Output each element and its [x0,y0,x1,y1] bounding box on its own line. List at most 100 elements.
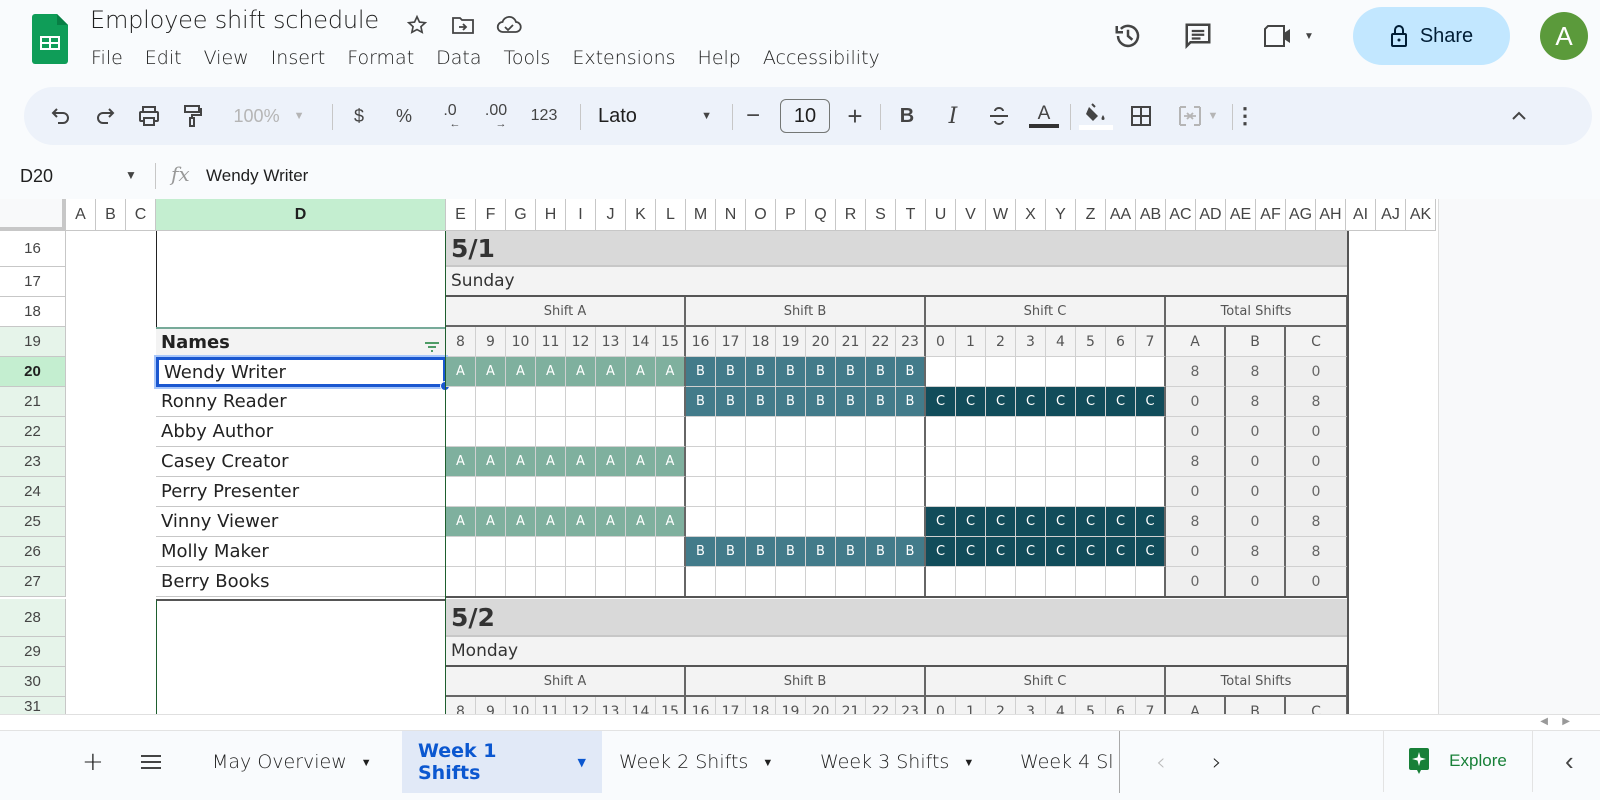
menu-edit[interactable]: Edit [134,44,193,72]
shift-cell[interactable]: B [716,537,746,567]
menu-accessibility[interactable]: Accessibility [752,44,891,72]
column-header-u[interactable]: U [926,199,956,231]
shift-cell[interactable]: A [566,357,596,387]
shift-cell[interactable]: B [806,537,836,567]
shift-cell[interactable] [536,477,566,507]
shift-cell[interactable]: A [596,447,626,477]
shift-cell[interactable] [806,567,836,597]
menu-view[interactable]: View [193,44,260,72]
shift-cell[interactable] [776,417,806,447]
share-button[interactable]: Share [1353,7,1510,65]
column-header-g[interactable]: G [506,199,536,231]
employee-name[interactable]: Molly Maker [156,537,446,567]
shift-cell[interactable] [1076,447,1106,477]
column-header-a[interactable]: A [66,199,96,231]
account-avatar[interactable]: A [1540,12,1588,60]
column-header-v[interactable]: V [956,199,986,231]
shift-cell[interactable]: C [926,537,956,567]
shift-cell[interactable]: C [926,507,956,537]
shift-cell[interactable]: C [1076,387,1106,417]
column-header-ad[interactable]: AD [1196,199,1226,231]
column-header-d[interactable]: D [156,199,446,231]
shift-cell[interactable] [716,477,746,507]
italic-button[interactable]: I [936,87,970,145]
shift-cell[interactable] [866,417,896,447]
row-header-24[interactable]: 24 [0,477,66,507]
strikethrough-icon[interactable] [982,87,1016,145]
shift-cell[interactable] [446,417,476,447]
shift-cell[interactable] [746,417,776,447]
shift-cell[interactable] [956,477,986,507]
shift-cell[interactable]: A [536,507,566,537]
shift-cell[interactable] [926,447,956,477]
shift-cell[interactable] [566,417,596,447]
document-title[interactable]: Employee shift schedule [90,6,379,34]
shift-cell[interactable] [776,477,806,507]
shift-cell[interactable]: C [1046,387,1076,417]
shift-cell[interactable] [896,417,926,447]
column-header-af[interactable]: AF [1256,199,1286,231]
shift-cell[interactable]: A [626,357,656,387]
shift-cell[interactable] [1136,357,1166,387]
shift-cell[interactable]: B [686,357,716,387]
shift-cell[interactable] [626,417,656,447]
shift-cell[interactable] [566,387,596,417]
shift-cell[interactable] [506,477,536,507]
shift-cell[interactable] [1136,417,1166,447]
shift-cell[interactable] [596,387,626,417]
menu-file[interactable]: File [80,44,134,72]
shift-cell[interactable] [1106,567,1136,597]
shift-cell[interactable] [1016,357,1046,387]
tab-caret-icon[interactable]: ▼ [762,756,773,769]
shift-cell[interactable] [866,447,896,477]
tab-caret-icon[interactable]: ▼ [578,756,586,769]
print-icon[interactable] [132,87,166,145]
column-header-p[interactable]: P [776,199,806,231]
shift-cell[interactable]: A [476,507,506,537]
shift-cell[interactable]: A [536,447,566,477]
shift-cell[interactable] [1076,417,1106,447]
shift-cell[interactable] [986,477,1016,507]
column-header-i[interactable]: I [566,199,596,231]
shift-cell[interactable] [656,477,686,507]
scroll-left-icon[interactable]: ◀ [1540,716,1548,727]
row-header-22[interactable]: 22 [0,417,66,447]
increase-font-size-button[interactable]: + [838,87,872,145]
employee-name[interactable]: Vinny Viewer [156,507,446,537]
shift-cell[interactable]: C [1046,507,1076,537]
shift-cell[interactable] [836,567,866,597]
bold-button[interactable]: B [890,87,924,145]
shift-cell[interactable]: B [806,357,836,387]
select-all-corner[interactable] [0,199,66,231]
shift-cell[interactable]: A [446,447,476,477]
column-header-j[interactable]: J [596,199,626,231]
percent-format-button[interactable]: % [389,87,419,145]
comments-icon[interactable] [1180,18,1216,54]
column-header-x[interactable]: X [1016,199,1046,231]
explore-button[interactable]: Explore [1383,730,1533,792]
shift-cell[interactable]: B [716,357,746,387]
shift-cell[interactable] [1046,447,1076,477]
shift-cell[interactable]: A [476,357,506,387]
shift-cell[interactable] [866,507,896,537]
shift-cell[interactable] [866,477,896,507]
shift-cell[interactable] [566,567,596,597]
column-header-ai[interactable]: AI [1346,199,1376,231]
shift-cell[interactable] [1106,447,1136,477]
menu-format[interactable]: Format [336,44,425,72]
column-header-ae[interactable]: AE [1226,199,1256,231]
shift-cell[interactable] [836,447,866,477]
shift-cell[interactable] [746,447,776,477]
shift-cell[interactable]: B [776,537,806,567]
shift-cell[interactable] [686,447,716,477]
shift-cell[interactable] [446,567,476,597]
shift-cell[interactable]: A [656,507,686,537]
shift-cell[interactable]: B [746,357,776,387]
shift-cell[interactable] [926,417,956,447]
more-formats-button[interactable]: 123 [524,87,564,145]
shift-cell[interactable] [506,537,536,567]
shift-cell[interactable]: C [1046,537,1076,567]
shift-cell[interactable] [716,447,746,477]
scroll-tabs-left-icon[interactable]: ‹ [1140,731,1182,793]
menu-tools[interactable]: Tools [493,44,562,72]
